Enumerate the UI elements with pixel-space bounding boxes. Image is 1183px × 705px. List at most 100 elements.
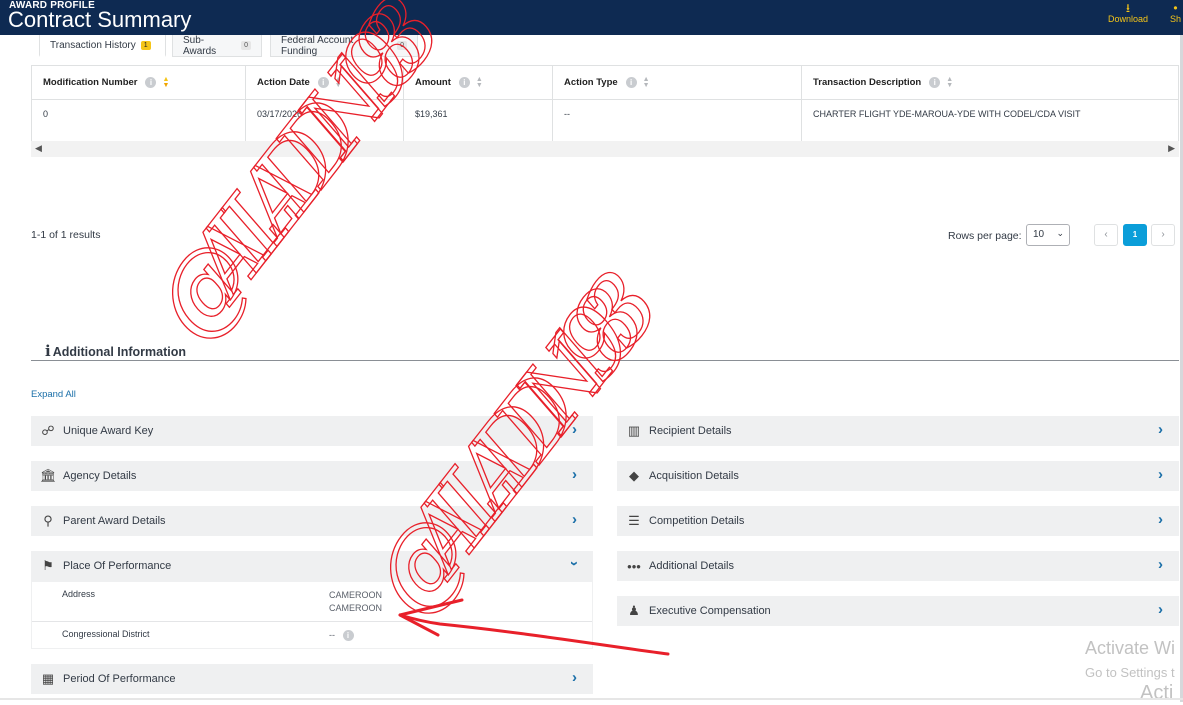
chevron-right-icon: › bbox=[1158, 466, 1163, 483]
sort-icon[interactable]: ▲ ▼ bbox=[162, 76, 169, 89]
additional-information-heading: i Additional Information bbox=[45, 342, 186, 360]
fingerprint-icon: ☍ bbox=[41, 423, 55, 438]
info-icon[interactable]: i bbox=[145, 77, 157, 88]
info-icon: i bbox=[45, 342, 51, 360]
cell-amount: $19,361 bbox=[404, 100, 553, 142]
tag-icon: ◆ bbox=[629, 468, 639, 483]
panel-executive-compensation[interactable]: ♟ Executive Compensation › bbox=[617, 596, 1179, 626]
panel-label: Additional Details bbox=[649, 560, 734, 572]
sort-icon[interactable]: ▲ ▼ bbox=[335, 76, 342, 89]
panel-competition-details[interactable]: ☰ Competition Details › bbox=[617, 506, 1179, 536]
page-header: AWARD PROFILE Contract Summary ⭳ Downloa… bbox=[0, 0, 1183, 35]
column-header-modification-number[interactable]: Modification Number i ▲ ▼ bbox=[32, 66, 246, 99]
panel-place-of-performance[interactable]: ⚑ Place Of Performance › bbox=[31, 551, 593, 581]
info-icon[interactable]: i bbox=[317, 77, 329, 88]
info-icon[interactable]: i bbox=[342, 630, 354, 641]
panel-unique-award-key[interactable]: ☍ Unique Award Key › bbox=[31, 416, 593, 446]
chevron-right-icon: › bbox=[572, 669, 577, 686]
share-icon: • bbox=[1173, 1, 1178, 15]
chevron-down-icon: › bbox=[566, 561, 583, 566]
info-icon[interactable]: i bbox=[458, 77, 470, 88]
panel-recipient-details[interactable]: ▥ Recipient Details › bbox=[617, 416, 1179, 446]
sitemap-icon: ⚲ bbox=[43, 513, 53, 528]
district-text: -- bbox=[329, 630, 335, 640]
tab-federal-account-funding[interactable]: Federal Account Funding 0 bbox=[270, 35, 418, 57]
results-count: 1-1 of 1 results bbox=[31, 229, 101, 241]
tab-label: Transaction History bbox=[50, 39, 136, 51]
download-label: Download bbox=[1108, 14, 1149, 24]
share-button[interactable]: • Sh bbox=[1170, 2, 1181, 24]
panel-period-of-performance[interactable]: ▦ Period Of Performance › bbox=[31, 664, 593, 694]
column-header-amount[interactable]: Amount i ▲ ▼ bbox=[404, 66, 553, 99]
cell-action-date: 03/17/2026 bbox=[246, 100, 404, 142]
sort-icon[interactable]: ▲ ▼ bbox=[476, 76, 483, 89]
column-header-action-type[interactable]: Action Type i ▲ ▼ bbox=[553, 66, 802, 99]
chevron-right-icon: › bbox=[1158, 511, 1163, 528]
column-label: Action Date bbox=[257, 77, 310, 88]
transaction-table: Modification Number i ▲ ▼ Action Date i ▲… bbox=[31, 65, 1179, 143]
row-divider bbox=[32, 621, 592, 622]
tab-sub-awards[interactable]: Sub-Awards 0 bbox=[172, 35, 262, 57]
address-label: Address bbox=[62, 589, 96, 599]
page-title: Contract Summary bbox=[8, 7, 192, 32]
download-icon: ⭳ bbox=[1125, 1, 1131, 15]
table-header-row: Modification Number i ▲ ▼ Action Date i ▲… bbox=[32, 66, 1178, 100]
panel-label: Recipient Details bbox=[649, 425, 732, 437]
download-button[interactable]: ⭳ Download bbox=[1108, 2, 1148, 24]
horizontal-scrollbar[interactable]: ◀ ▶ bbox=[31, 141, 1179, 157]
tab-transaction-history[interactable]: Transaction History 1 bbox=[39, 35, 166, 57]
panel-label: Executive Compensation bbox=[649, 605, 771, 617]
panel-label: Parent Award Details bbox=[63, 515, 166, 527]
congressional-district-value: -- i bbox=[329, 629, 354, 642]
sort-icon[interactable]: ▲ ▼ bbox=[643, 76, 650, 89]
bar-chart-icon: ☰ bbox=[628, 513, 640, 528]
chevron-right-icon: › bbox=[1158, 601, 1163, 618]
calendar-icon: ▦ bbox=[41, 671, 55, 686]
panel-agency-details[interactable]: 🏛 Agency Details › bbox=[31, 461, 593, 491]
panel-parent-award-details[interactable]: ⚲ Parent Award Details › bbox=[31, 506, 593, 536]
info-icon[interactable]: i bbox=[625, 77, 637, 88]
rows-per-page-label: Rows per page: bbox=[948, 230, 1022, 242]
panel-label: Place Of Performance bbox=[63, 560, 172, 572]
windows-activation-hint: Go to Settings t bbox=[1085, 665, 1175, 680]
panel-additional-details[interactable]: ••• Additional Details › bbox=[617, 551, 1179, 581]
previous-page-button[interactable]: ‹ bbox=[1094, 224, 1118, 246]
cell-action-type: -- bbox=[553, 100, 802, 142]
chevron-right-icon: › bbox=[572, 466, 577, 483]
panel-label: Period Of Performance bbox=[63, 673, 176, 685]
page-1-button[interactable]: 1 bbox=[1123, 224, 1147, 246]
building-columns-icon: 🏛 bbox=[40, 468, 57, 483]
column-header-action-date[interactable]: Action Date i ▲ ▼ bbox=[246, 66, 404, 99]
expand-all-link[interactable]: Expand All bbox=[31, 389, 76, 400]
place-of-performance-body: Address CAMEROON CAMEROON Congressional … bbox=[31, 581, 593, 649]
column-label: Action Type bbox=[564, 77, 618, 88]
share-label: Sh bbox=[1170, 14, 1182, 24]
address-value: CAMEROON CAMEROON bbox=[329, 589, 382, 615]
tab-label: Sub-Awards bbox=[183, 34, 217, 57]
chevron-right-icon: › bbox=[572, 511, 577, 528]
scroll-right-icon[interactable]: ▶ bbox=[1168, 143, 1175, 154]
tab-label: Federal Account Funding bbox=[281, 34, 354, 57]
windows-activation-title: Activate Wi bbox=[1085, 638, 1176, 658]
column-header-transaction-description[interactable]: Transaction Description i ▲ ▼ bbox=[802, 66, 1178, 99]
cell-transaction-description: CHARTER FLIGHT YDE-MAROUA-YDE WITH CODEL… bbox=[813, 109, 1081, 119]
column-label: Transaction Description bbox=[813, 77, 922, 88]
tab-count-badge: 0 bbox=[241, 41, 251, 50]
panel-acquisition-details[interactable]: ◆ Acquisition Details › bbox=[617, 461, 1179, 491]
sort-icon[interactable]: ▲ ▼ bbox=[946, 76, 953, 89]
building-icon: ▥ bbox=[627, 423, 641, 438]
scroll-left-icon[interactable]: ◀ bbox=[35, 143, 42, 154]
cell-modification-number: 0 bbox=[32, 100, 246, 142]
panel-label: Acquisition Details bbox=[649, 470, 739, 482]
next-page-button[interactable]: › bbox=[1151, 224, 1175, 246]
info-icon[interactable]: i bbox=[929, 77, 941, 88]
panel-label: Competition Details bbox=[649, 515, 745, 527]
rows-per-page-select[interactable]: 10 ⌄ bbox=[1026, 224, 1070, 246]
section-divider bbox=[31, 360, 1179, 361]
panel-label: Unique Award Key bbox=[63, 425, 154, 437]
chevron-down-icon: ⌄ bbox=[1056, 228, 1064, 238]
address-line-1: CAMEROON bbox=[329, 590, 383, 600]
map-marker-icon: ⚑ bbox=[42, 558, 54, 573]
heading-text: Additional Information bbox=[52, 345, 187, 359]
chevron-right-icon: › bbox=[572, 421, 577, 438]
